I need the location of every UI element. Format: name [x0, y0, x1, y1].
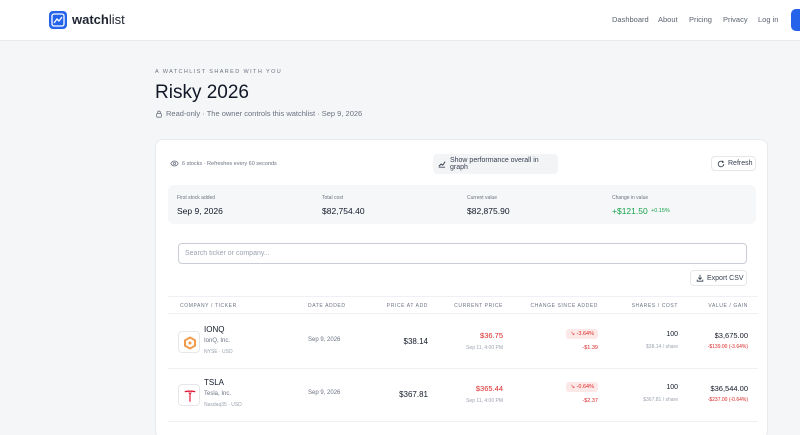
col-current-price[interactable]: CURRENT PRICE	[454, 303, 503, 309]
col-company[interactable]: COMPANY / TICKER	[180, 303, 237, 309]
stat-first-added-label: First stock added	[177, 195, 216, 201]
current-price: $36.75	[480, 331, 503, 340]
company-name: IonQ, Inc.	[204, 338, 231, 344]
table-header: COMPANY / TICKER DATE ADDED PRICE AT ADD…	[168, 296, 758, 314]
price-timestamp: Sep 11, 4:00 PM	[466, 345, 503, 351]
table-row[interactable]: IONQ IonQ, Inc. NYSE · USD Sep 9, 2026 $…	[168, 316, 758, 369]
ionq-logo-icon	[178, 331, 200, 353]
stat-change-value: +$121.50	[612, 206, 648, 216]
change-abs: -$1.39	[582, 345, 598, 351]
company-name: Tesla, Inc.	[204, 391, 232, 397]
exchange: NYSE · USD	[204, 349, 233, 355]
download-icon	[696, 274, 704, 282]
position-value: $36,544.00	[710, 384, 748, 393]
stat-total-cost-label: Total cost	[322, 195, 344, 201]
shares: 100	[666, 384, 678, 391]
chart-icon[interactable]	[49, 11, 67, 29]
top-navbar: watchlist Dashboard About Pricing Privac…	[0, 0, 800, 41]
refresh-button[interactable]: Refresh	[711, 156, 756, 171]
ticker[interactable]: IONQ	[204, 325, 224, 334]
tesla-logo-icon	[178, 384, 200, 406]
summary-stats: First stock added Sep 9, 2026 Total cost…	[168, 185, 756, 224]
stat-total-cost-value: $82,754.40	[322, 206, 365, 216]
stat-current-value-value: $82,875.90	[467, 206, 510, 216]
show-performance-button[interactable]: Show performance overall in graph	[433, 154, 558, 174]
col-price-at-add[interactable]: PRICE AT ADD	[387, 303, 428, 309]
brand-name[interactable]: watchlist	[72, 12, 125, 28]
stat-first-added-value: Sep 9, 2026	[177, 206, 223, 216]
col-date-added[interactable]: DATE ADDED	[308, 303, 346, 309]
change-abs: -$2.37	[582, 398, 598, 404]
stat-change-pct: +0.15%	[651, 208, 670, 214]
col-shares-cost[interactable]: SHARES / COST	[632, 303, 678, 309]
watchlist-meta: Read-only · The owner controls this watc…	[155, 109, 362, 118]
date-added: Sep 9, 2026	[308, 337, 341, 343]
page-title: Risky 2026	[155, 82, 249, 103]
change-badge: ↘ -3.64%	[566, 329, 598, 339]
current-price: $365.44	[475, 384, 503, 393]
lock-icon	[156, 110, 162, 118]
chart-line-icon	[438, 161, 446, 168]
position-value: $3,675.00	[714, 331, 748, 340]
meta-text: Read-only · The owner controls this watc…	[166, 109, 363, 118]
price-at-add: $367.81	[399, 390, 428, 399]
eye-icon	[170, 160, 179, 167]
table-row[interactable]: TSLA Tesla, Inc. Nasdaq35 · USD Sep 9, 2…	[168, 369, 758, 422]
refresh-label: Refresh	[728, 160, 753, 167]
position-gain: -$139.00 (-3.64%)	[707, 344, 748, 350]
brand-bold: watch	[72, 12, 109, 27]
nav-pricing[interactable]: Pricing	[689, 15, 712, 24]
watchlist-card: 6 stocks · Refreshes every 60 seconds Sh…	[155, 139, 768, 435]
col-change[interactable]: CHANGE SINCE ADDED	[531, 303, 598, 309]
price-timestamp: Sep 11, 4:00 PM	[466, 398, 503, 404]
ticker[interactable]: TSLA	[204, 378, 224, 387]
export-csv-button[interactable]: Export CSV	[690, 270, 747, 286]
cost-per-share: $38.14 / share	[646, 344, 678, 350]
nav-privacy[interactable]: Privacy	[723, 15, 748, 24]
nav-login[interactable]: Log in	[758, 15, 778, 24]
col-value-gain[interactable]: VALUE / GAIN	[708, 303, 748, 309]
brand-light: list	[108, 12, 125, 27]
export-csv-label: Export CSV	[707, 274, 744, 282]
refresh-icon	[717, 159, 725, 167]
eyebrow-label: A WATCHLIST SHARED WITH YOU	[155, 69, 283, 75]
exchange: Nasdaq35 · USD	[204, 402, 242, 408]
date-added: Sep 9, 2026	[308, 390, 341, 396]
stat-current-value-label: Current value	[467, 195, 498, 201]
shares: 100	[666, 331, 678, 338]
signup-button[interactable]	[791, 9, 800, 31]
watchlist-info: 6 stocks · Refreshes every 60 seconds	[170, 160, 277, 167]
nav-about[interactable]: About	[658, 15, 678, 24]
cost-per-share: $367.81 / share	[643, 397, 678, 403]
stat-change-label: Change in value	[612, 195, 649, 201]
nav-dashboard[interactable]: Dashboard	[612, 15, 649, 24]
info-text: 6 stocks · Refreshes every 60 seconds	[182, 160, 277, 167]
change-badge: ↘ -0.64%	[566, 382, 598, 392]
search-input[interactable]	[178, 243, 747, 264]
show-performance-label: Show performance overall in graph	[449, 157, 539, 171]
position-gain: -$237.00 (-0.64%)	[707, 397, 748, 403]
price-at-add: $38.14	[403, 337, 428, 346]
